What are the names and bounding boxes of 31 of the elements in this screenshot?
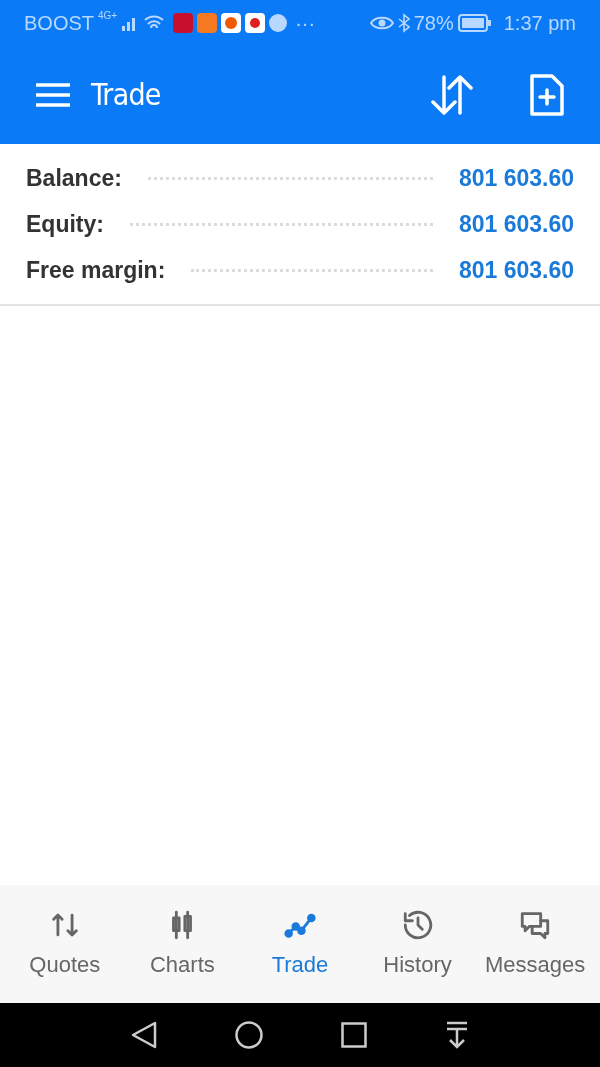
summary-label: Equity: xyxy=(26,209,104,239)
more-notifications: ··· xyxy=(295,10,316,36)
nav-tab[interactable]: Charts xyxy=(123,907,242,981)
notification-shade-icon[interactable] xyxy=(445,1021,469,1049)
new-document-icon[interactable] xyxy=(530,73,564,116)
nav-tab[interactable]: History xyxy=(358,907,477,981)
back-icon[interactable] xyxy=(131,1021,157,1049)
nav-tab[interactable]: Quotes xyxy=(6,907,124,981)
recents-icon[interactable] xyxy=(341,1022,367,1048)
carrier-name: BOOST xyxy=(24,10,94,36)
notification-icon xyxy=(173,12,194,33)
summary-value: 801 603.60 xyxy=(458,255,574,285)
clock: 1:37 pm xyxy=(503,10,576,36)
bluetooth-icon xyxy=(397,12,410,33)
home-icon[interactable] xyxy=(235,1021,263,1049)
notification-icon xyxy=(221,12,242,33)
screen-title: Trade xyxy=(91,76,161,114)
sort-arrows-icon[interactable] xyxy=(430,74,474,115)
eye-icon xyxy=(369,14,394,31)
notification-icon xyxy=(245,12,266,33)
nav-tab[interactable]: Trade xyxy=(241,907,359,981)
menu-icon[interactable] xyxy=(36,82,70,107)
summary-label: Balance: xyxy=(26,163,122,193)
network-type: 4G+ xyxy=(98,9,118,23)
battery-percent: 78% xyxy=(413,10,454,36)
notification-icon xyxy=(197,12,218,33)
battery-icon xyxy=(457,13,492,32)
summary-value: 801 603.60 xyxy=(458,163,574,193)
summary-label: Free margin: xyxy=(26,255,166,285)
summary-value: 801 603.60 xyxy=(458,209,574,239)
nav-tab[interactable]: Messages xyxy=(476,907,594,981)
